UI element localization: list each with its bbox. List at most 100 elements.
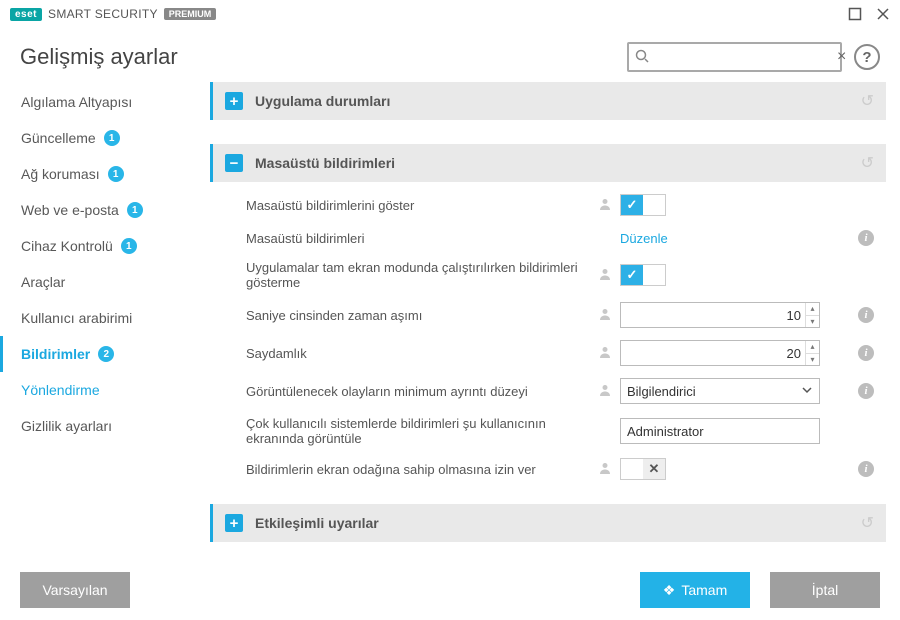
info-icon[interactable]: i: [858, 461, 874, 477]
sidebar: Algılama Altyapısı Güncelleme 1 Ağ korum…: [0, 82, 210, 560]
cancel-button[interactable]: İptal: [770, 572, 880, 608]
search-clear-icon[interactable]: ×: [837, 49, 846, 65]
close-icon[interactable]: [876, 7, 890, 21]
user-icon: [598, 307, 612, 324]
chevron-down-icon: [801, 384, 813, 399]
input-value: 10: [627, 308, 801, 323]
toggle-show-desktop[interactable]: ✓: [620, 194, 666, 216]
multiuser-input[interactable]: Administrator: [620, 418, 820, 444]
brand-name: SMART SECURITY: [48, 7, 158, 21]
sidebar-item-network[interactable]: Ağ koruması 1: [0, 156, 210, 192]
expand-icon[interactable]: +: [225, 92, 243, 110]
user-icon: [598, 461, 612, 478]
setting-label: Görüntülenecek olayların minimum ayrıntı…: [246, 384, 588, 399]
search-icon: [635, 49, 649, 66]
user-icon: [598, 267, 612, 284]
sidebar-item-label: Araçlar: [21, 274, 65, 290]
section-app-states[interactable]: + Uygulama durumları ↺: [210, 82, 886, 120]
shield-icon: ❖: [663, 582, 676, 599]
window-controls: [848, 7, 890, 21]
badge-icon: 2: [98, 346, 114, 362]
sidebar-item-label: Algılama Altyapısı: [21, 94, 132, 110]
sidebar-item-notifications[interactable]: Bildirimler 2: [0, 336, 210, 372]
sidebar-item-detection[interactable]: Algılama Altyapısı: [0, 84, 210, 120]
transparency-input[interactable]: 20 ▴ ▾: [620, 340, 820, 366]
section-desktop-notifications[interactable]: − Masaüstü bildirimleri ↺: [210, 144, 886, 182]
check-icon: ✓: [627, 197, 638, 213]
section-title: Etkileşimli uyarılar: [255, 515, 849, 531]
info-icon[interactable]: i: [858, 230, 874, 246]
header-right: × ?: [627, 42, 880, 72]
spinner-down-icon[interactable]: ▾: [806, 316, 819, 328]
section-title: Uygulama durumları: [255, 93, 849, 109]
sidebar-item-label: Kullanıcı arabirimi: [21, 310, 132, 326]
titlebar: eset SMART SECURITY PREMIUM: [0, 0, 900, 28]
badge-icon: 1: [127, 202, 143, 218]
setting-label: Saydamlık: [246, 346, 588, 361]
section-interactive-alerts[interactable]: + Etkileşimli uyarılar ↺: [210, 504, 886, 542]
sidebar-item-privacy[interactable]: Gizlilik ayarları: [0, 408, 210, 444]
setting-label: Uygulamalar tam ekran modunda çalıştırıl…: [246, 260, 588, 290]
user-icon: [598, 383, 612, 400]
toggle-fullscreen-hide[interactable]: ✓: [620, 264, 666, 286]
info-icon[interactable]: i: [858, 345, 874, 361]
button-label: Varsayılan: [42, 582, 107, 598]
search-field[interactable]: [655, 50, 831, 65]
button-label: Tamam: [681, 582, 727, 598]
input-value: 20: [627, 346, 801, 361]
main: Algılama Altyapısı Güncelleme 1 Ağ korum…: [0, 82, 900, 560]
revert-icon[interactable]: ↺: [861, 91, 874, 111]
info-icon[interactable]: i: [858, 307, 874, 323]
info-icon[interactable]: i: [858, 383, 874, 399]
sidebar-item-ui[interactable]: Kullanıcı arabirimi: [0, 300, 210, 336]
sidebar-item-label: Ağ koruması: [21, 166, 100, 182]
header: Gelişmiş ayarlar × ?: [0, 28, 900, 82]
spinner-buttons[interactable]: ▴ ▾: [805, 303, 819, 327]
edit-link[interactable]: Düzenle: [620, 231, 668, 246]
revert-icon[interactable]: ↺: [861, 153, 874, 173]
row-multiuser: Çok kullanıcılı sistemlerde bildirimleri…: [210, 410, 886, 452]
badge-icon: 1: [121, 238, 137, 254]
sidebar-item-label: Web ve e-posta: [21, 202, 119, 218]
row-fullscreen-hide: Uygulamalar tam ekran modunda çalıştırıl…: [210, 254, 886, 296]
sidebar-item-label: Güncelleme: [21, 130, 96, 146]
collapse-icon[interactable]: −: [225, 154, 243, 172]
setting-label: Bildirimlerin ekran odağına sahip olması…: [246, 462, 588, 477]
brand-tier: PREMIUM: [164, 8, 217, 20]
user-icon: [598, 197, 612, 214]
footer: Varsayılan ❖ Tamam İptal: [0, 560, 900, 620]
row-verbosity: Görüntülenecek olayların minimum ayrıntı…: [210, 372, 886, 410]
user-icon: [598, 345, 612, 362]
setting-label: Masaüstü bildirimlerini göster: [246, 198, 588, 213]
row-transparency: Saydamlık 20 ▴ ▾ i: [210, 334, 886, 372]
timeout-input[interactable]: 10 ▴ ▾: [620, 302, 820, 328]
default-button[interactable]: Varsayılan: [20, 572, 130, 608]
sidebar-item-device-control[interactable]: Cihaz Kontrolü 1: [0, 228, 210, 264]
sidebar-item-update[interactable]: Güncelleme 1: [0, 120, 210, 156]
sidebar-item-tools[interactable]: Araçlar: [0, 264, 210, 300]
verbosity-select[interactable]: Bilgilendirici: [620, 378, 820, 404]
maximize-icon[interactable]: [848, 7, 862, 21]
spinner-up-icon[interactable]: ▴: [806, 341, 819, 354]
revert-icon[interactable]: ↺: [861, 513, 874, 533]
sidebar-item-label: Cihaz Kontrolü: [21, 238, 113, 254]
help-button[interactable]: ?: [854, 44, 880, 70]
sidebar-item-forwarding[interactable]: Yönlendirme: [0, 372, 210, 408]
ok-button[interactable]: ❖ Tamam: [640, 572, 750, 608]
setting-label: Çok kullanıcılı sistemlerde bildirimleri…: [246, 416, 588, 446]
toggle-take-focus[interactable]: ✕: [620, 458, 666, 480]
content: + Uygulama durumları ↺ − Masaüstü bildir…: [210, 82, 900, 560]
row-show-desktop: Masaüstü bildirimlerini göster ✓: [210, 188, 886, 222]
spinner-down-icon[interactable]: ▾: [806, 354, 819, 366]
row-configure-desktop: Masaüstü bildirimleri Düzenle i: [210, 222, 886, 254]
search-input[interactable]: ×: [627, 42, 842, 72]
x-icon: ✕: [649, 461, 660, 477]
setting-label: Saniye cinsinden zaman aşımı: [246, 308, 588, 323]
spinner-up-icon[interactable]: ▴: [806, 303, 819, 316]
spinner-buttons[interactable]: ▴ ▾: [805, 341, 819, 365]
section-title: Masaüstü bildirimleri: [255, 155, 849, 171]
sidebar-item-web-email[interactable]: Web ve e-posta 1: [0, 192, 210, 228]
badge-icon: 1: [104, 130, 120, 146]
expand-icon[interactable]: +: [225, 514, 243, 532]
badge-icon: 1: [108, 166, 124, 182]
